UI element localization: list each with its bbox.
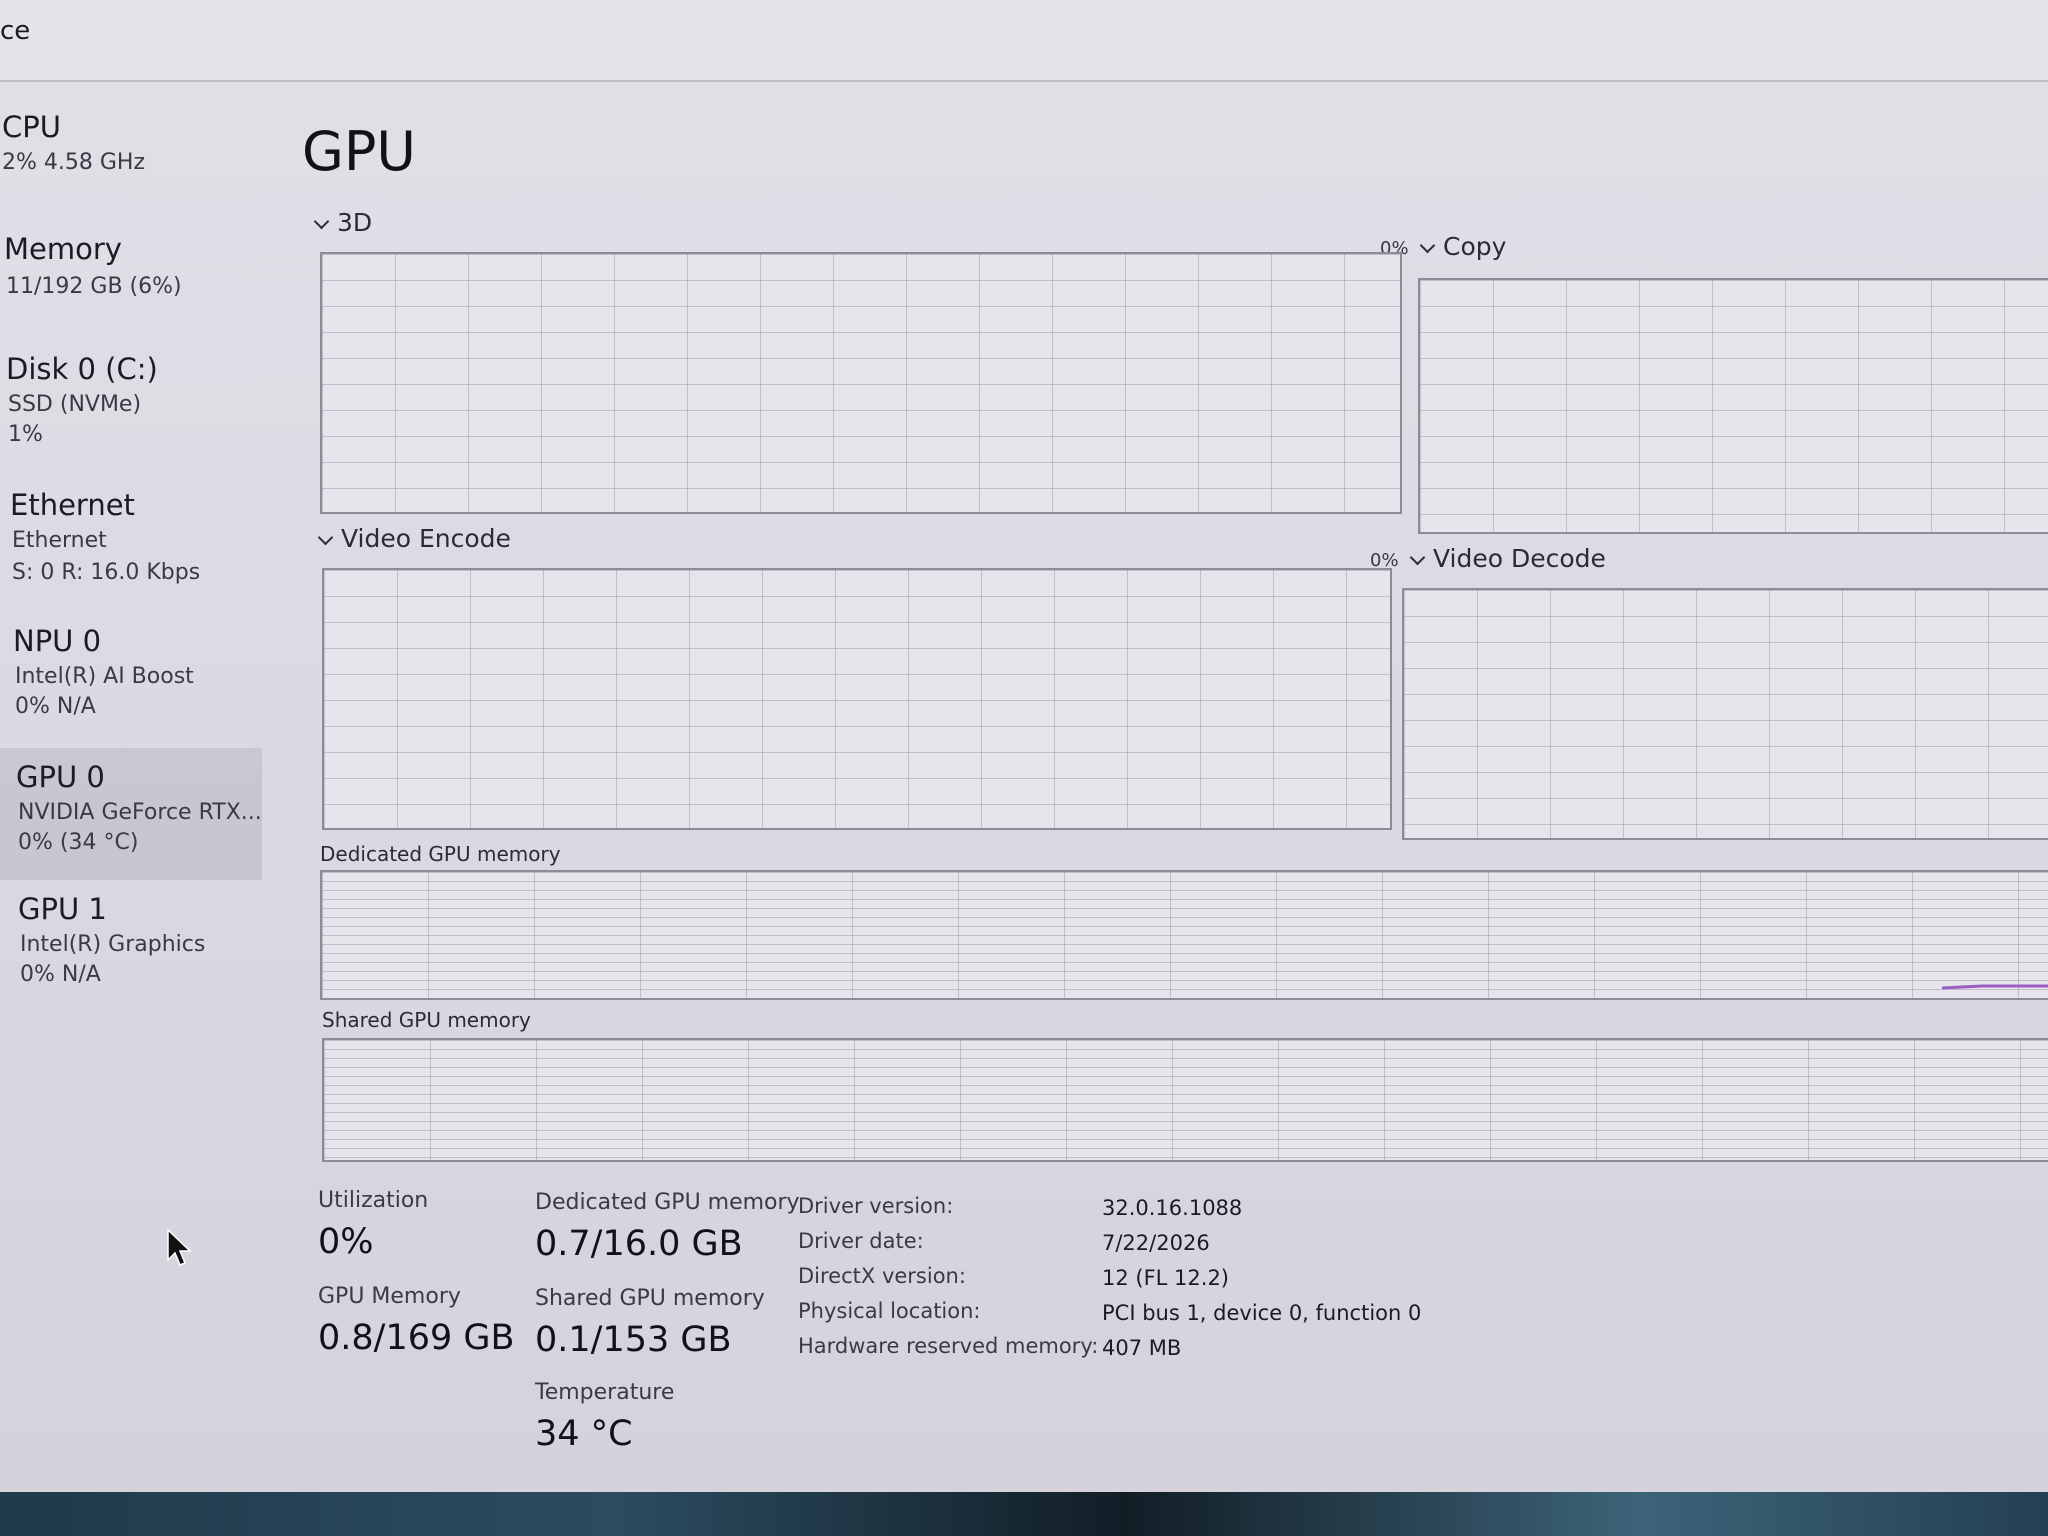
graph-copy	[1418, 278, 2048, 534]
sidebar-item-disk[interactable]: Disk 0 (C:) SSD (NVMe) 1%	[0, 352, 262, 480]
sidebar-item-detail: Ethernet	[12, 528, 107, 553]
engine-selector-3d[interactable]: 3D	[313, 208, 373, 237]
dedicated-memory-usage-line	[1941, 984, 2048, 990]
physical-location-label: Physical location:	[798, 1299, 981, 1323]
shared-memory-value: 0.1/153 GB	[535, 1320, 732, 1360]
sidebar-item-name: NPU 0	[13, 624, 102, 658]
sidebar-item-name: CPU	[2, 110, 61, 144]
graph-video-encode	[322, 568, 1392, 830]
sidebar-item-name: Ethernet	[10, 488, 135, 522]
directx-version-value: 12 (FL 12.2)	[1102, 1266, 1229, 1290]
graph-3d	[320, 252, 1402, 514]
sidebar-item-npu0[interactable]: NPU 0 Intel(R) AI Boost 0% N/A	[0, 624, 262, 752]
title-bar: ce	[0, 0, 2048, 82]
sidebar-item-usage: S: 0 R: 16.0 Kbps	[12, 560, 201, 585]
mouse-pointer-icon	[167, 1228, 192, 1266]
performance-sidebar: CPU 2% 4.58 GHz Memory 11/192 GB (6%) Di…	[0, 96, 262, 1396]
page-title: GPU	[302, 120, 416, 183]
dedicated-memory-graph-label: Dedicated GPU memory	[320, 842, 561, 866]
sidebar-item-gpu1[interactable]: GPU 1 Intel(R) Graphics 0% N/A	[0, 892, 262, 1020]
engine-selector-video-encode[interactable]: Video Encode	[317, 524, 511, 553]
sidebar-item-detail: SSD (NVMe)	[8, 392, 142, 417]
driver-date-label: Driver date:	[798, 1229, 924, 1253]
shared-memory-label: Shared GPU memory	[535, 1286, 765, 1311]
temperature-value: 34 °C	[535, 1414, 633, 1454]
driver-version-label: Driver version:	[798, 1194, 954, 1218]
sidebar-item-usage: 0% N/A	[15, 694, 96, 719]
dedicated-memory-label: Dedicated GPU memory	[535, 1190, 800, 1215]
sidebar-item-usage: 0% (34 °C)	[18, 830, 139, 855]
engine-selector-video-decode[interactable]: Video Decode	[1409, 544, 1606, 573]
sidebar-item-detail: Intel(R) AI Boost	[15, 664, 194, 689]
engine-selector-copy[interactable]: Copy	[1419, 232, 1507, 261]
chevron-down-icon	[317, 529, 334, 546]
sidebar-item-detail: Intel(R) Graphics	[20, 932, 206, 957]
engine-label: Copy	[1443, 232, 1507, 261]
engine-label: Video Encode	[341, 524, 511, 553]
sidebar-item-detail: NVIDIA GeForce RTX...	[18, 800, 262, 825]
sidebar-item-detail: 11/192 GB (6%)	[6, 274, 182, 299]
engine-label: 3D	[337, 208, 373, 237]
window-title: ce	[0, 16, 31, 46]
gpu-memory-value: 0.8/169 GB	[318, 1318, 515, 1358]
sidebar-item-ethernet[interactable]: Ethernet Ethernet S: 0 R: 16.0 Kbps	[0, 488, 262, 616]
driver-date-value: 7/22/2026	[1102, 1231, 1210, 1255]
directx-version-label: DirectX version:	[798, 1264, 966, 1288]
sidebar-item-name: Disk 0 (C:)	[6, 352, 158, 386]
sidebar-item-cpu[interactable]: CPU 2% 4.58 GHz	[0, 110, 262, 238]
hardware-reserved-memory-label: Hardware reserved memory:	[798, 1334, 1099, 1358]
desktop-background	[0, 1492, 2048, 1536]
sidebar-item-memory[interactable]: Memory 11/192 GB (6%)	[0, 232, 262, 360]
graph-shared-memory	[322, 1038, 2048, 1162]
sidebar-item-detail: 2% 4.58 GHz	[2, 150, 146, 175]
sidebar-item-name: Memory	[4, 232, 122, 266]
sidebar-item-name: GPU 1	[18, 892, 107, 926]
engine-label: Video Decode	[1433, 544, 1606, 573]
utilization-label: Utilization	[318, 1188, 429, 1213]
sidebar-item-gpu0[interactable]: GPU 0 NVIDIA GeForce RTX... 0% (34 °C)	[0, 748, 262, 880]
chevron-down-icon	[1409, 549, 1426, 566]
sidebar-item-name: GPU 0	[16, 760, 105, 794]
utilization-value: 0%	[318, 1222, 374, 1262]
gpu-memory-label: GPU Memory	[318, 1284, 461, 1309]
hardware-reserved-memory-value: 407 MB	[1102, 1336, 1182, 1360]
dedicated-memory-value: 0.7/16.0 GB	[535, 1224, 743, 1264]
sidebar-item-usage: 0% N/A	[20, 962, 101, 987]
graph-video-decode	[1402, 588, 2048, 840]
temperature-label: Temperature	[535, 1380, 675, 1405]
task-manager-window: ce CPU 2% 4.58 GHz Memory 11/192 GB (6%)…	[0, 0, 2048, 1492]
driver-version-value: 32.0.16.1088	[1102, 1196, 1243, 1220]
chevron-down-icon	[1419, 237, 1436, 254]
sidebar-item-usage: 1%	[8, 422, 43, 447]
shared-memory-graph-label: Shared GPU memory	[322, 1008, 531, 1032]
graph-dedicated-memory	[320, 870, 2048, 1000]
chevron-down-icon	[313, 213, 330, 230]
physical-location-value: PCI bus 1, device 0, function 0	[1102, 1301, 1422, 1325]
